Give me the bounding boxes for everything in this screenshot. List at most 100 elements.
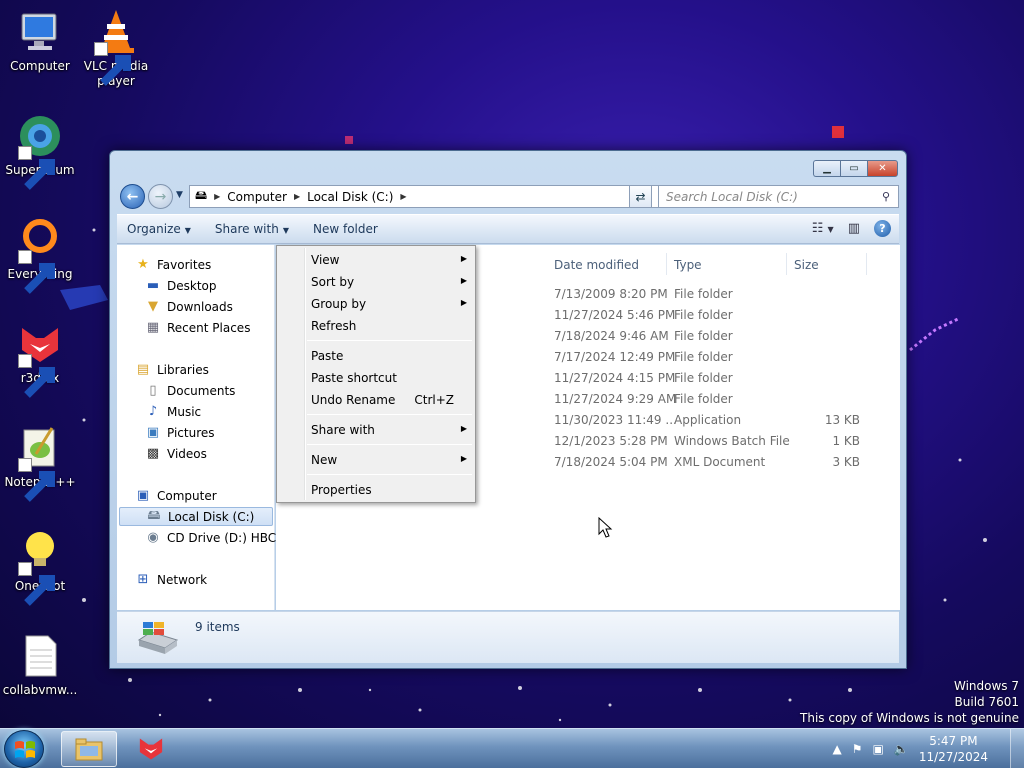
show-hidden-icons-icon[interactable]: ▲ (833, 742, 842, 756)
minimize-icon: ▁ (823, 163, 831, 174)
view-options-icon[interactable]: ☷ ▼ (812, 221, 834, 236)
network-status-icon[interactable]: ▣ (873, 742, 884, 756)
tree-item-favorites[interactable]: ★ Favorites (135, 255, 211, 274)
tree-label: Computer (157, 488, 217, 503)
breadcrumb-separator-icon[interactable]: ▶ (398, 192, 408, 201)
tree-item-documents[interactable]: ▯ Documents (145, 381, 235, 400)
tree-label: Documents (167, 383, 236, 398)
desktop-folder-icon: ▬ (146, 278, 160, 293)
tree-label: Network (157, 572, 208, 587)
shortcut-arrow-icon (18, 250, 55, 294)
command-bar: Organize ▼ Share with ▼ New folder ☷ ▼ ▥ ? (117, 214, 899, 244)
tree-item-libraries[interactable]: ▤ Libraries (135, 360, 209, 379)
tree-item-cd-drive[interactable]: ◉ CD Drive (D:) HBCD_ (145, 528, 291, 547)
tree-label: Pictures (167, 425, 215, 440)
menu-item-group-by[interactable]: Group by ▶ (311, 294, 467, 314)
genuine-watermark: Windows 7 Build 7601 This copy of Window… (800, 678, 1019, 726)
notepadpp-icon (16, 424, 64, 502)
row-type: Application (674, 413, 742, 427)
close-button[interactable]: ✕ (867, 160, 898, 177)
maximize-button[interactable]: ▭ (840, 160, 867, 177)
menu-label: Paste shortcut (311, 371, 397, 385)
libraries-icon: ▤ (136, 362, 150, 377)
downloads-folder-icon: ▼ (148, 299, 158, 314)
column-size[interactable]: Size (794, 258, 819, 272)
column-divider[interactable] (666, 253, 667, 275)
forward-button[interactable]: → (148, 184, 173, 209)
organize-label: Organize (127, 222, 181, 236)
minimize-button[interactable]: ▁ (813, 160, 840, 177)
row-type: XML Document (674, 455, 766, 469)
drive-icon: 🖴 (147, 507, 161, 523)
help-icon[interactable]: ? (874, 220, 891, 237)
menu-item-paste[interactable]: Paste (311, 346, 467, 366)
column-divider[interactable] (786, 253, 787, 275)
new-folder-button[interactable]: New folder (313, 222, 378, 236)
lightbulb-icon (16, 528, 64, 606)
desktop-icon-collabvm[interactable]: collabvmw... (0, 632, 80, 698)
preview-pane-icon[interactable]: ▥ (848, 221, 860, 236)
refresh-button[interactable]: ⇄ (629, 185, 652, 208)
tree-label: Local Disk (C:) (168, 509, 255, 524)
address-bar[interactable]: 🖴 ▶ Computer ▶ Local Disk (C:) ▶ ▼ (189, 185, 659, 208)
volume-muted-icon[interactable]: 🔈 (894, 742, 909, 756)
everything-search-icon (16, 216, 64, 294)
tree-item-videos[interactable]: ▩ Videos (145, 444, 207, 463)
row-type: File folder (674, 308, 733, 322)
menu-item-sort-by[interactable]: Sort by ▶ (311, 272, 467, 292)
row-type: File folder (674, 371, 733, 385)
organize-button[interactable]: Organize ▼ (127, 222, 191, 236)
folder-icon (75, 738, 103, 761)
share-with-button[interactable]: Share with ▼ (215, 222, 289, 236)
breadcrumb-computer[interactable]: Computer (222, 190, 292, 204)
search-icon[interactable]: ⚲ (882, 190, 898, 203)
breadcrumb-separator-icon: ▶ (214, 192, 221, 201)
tree-label: Videos (167, 446, 207, 461)
desktop-icon-r3dfox[interactable]: r3dfox (0, 320, 80, 398)
tree-item-music[interactable]: ♪ Music (145, 402, 201, 421)
desktop-icon-oneshot[interactable]: Oneshot (0, 528, 80, 606)
recent-pages-button[interactable]: ▼ (176, 190, 183, 200)
desktop-icon-computer[interactable]: Computer (0, 8, 80, 74)
close-icon: ✕ (878, 163, 887, 174)
row-type: File folder (674, 350, 733, 364)
tree-item-desktop[interactable]: ▬ Desktop (145, 276, 217, 295)
menu-item-new[interactable]: New ▶ (311, 450, 467, 470)
column-divider[interactable] (866, 253, 867, 275)
taskbar-explorer-button[interactable] (61, 731, 117, 767)
show-desktop-button[interactable] (1010, 729, 1024, 768)
tree-item-network[interactable]: ⊞ Network (135, 570, 208, 589)
system-tray: ▲ ⚑ ▣ 🔈 5:47 PM 11/27/2024 (833, 729, 1024, 768)
menu-item-share-with[interactable]: Share with ▶ (311, 420, 467, 440)
column-type[interactable]: Type (674, 258, 702, 272)
breadcrumb-local-disk[interactable]: Local Disk (C:) (302, 190, 398, 204)
row-type: Windows Batch File (674, 434, 790, 448)
start-button[interactable] (4, 730, 44, 768)
menu-item-refresh[interactable]: Refresh (311, 316, 467, 336)
row-type: File folder (674, 329, 733, 343)
desktop-icon-supermium[interactable]: Supermium (0, 112, 80, 190)
tree-item-recent-places[interactable]: ▦ Recent Places (145, 318, 251, 337)
column-date-modified[interactable]: Date modified (554, 258, 639, 272)
tree-item-downloads[interactable]: ▼ Downloads (145, 297, 233, 316)
menu-item-paste-shortcut[interactable]: Paste shortcut (311, 368, 467, 388)
desktop-icon-everything[interactable]: Everything (0, 216, 80, 294)
tree-item-computer[interactable]: ▣ Computer (135, 486, 217, 505)
back-button[interactable]: ← (120, 184, 145, 209)
menu-item-view[interactable]: View ▶ (311, 250, 467, 270)
search-input[interactable]: Search Local Disk (C:) ⚲ (658, 185, 899, 208)
tree-item-local-disk[interactable]: 🖴 Local Disk (C:) (119, 507, 273, 526)
row-date: 7/18/2024 5:04 PM (554, 455, 668, 469)
desktop-icon-notepadpp[interactable]: Notepad++ (0, 424, 80, 502)
clock[interactable]: 5:47 PM 11/27/2024 (919, 733, 988, 765)
text-file-icon (16, 632, 64, 680)
action-center-flag-icon[interactable]: ⚑ (852, 742, 863, 756)
tree-item-pictures[interactable]: ▣ Pictures (145, 423, 215, 442)
menu-item-properties[interactable]: Properties (311, 480, 467, 500)
pictures-icon: ▣ (146, 425, 160, 440)
taskbar-r3dfox-button[interactable] (123, 731, 179, 767)
desktop-icon-vlc[interactable]: VLC media player (76, 8, 156, 89)
maximize-icon: ▭ (849, 163, 859, 174)
menu-item-undo-rename[interactable]: Undo Rename Ctrl+Z (311, 390, 467, 410)
clock-date: 11/27/2024 (918, 750, 988, 764)
